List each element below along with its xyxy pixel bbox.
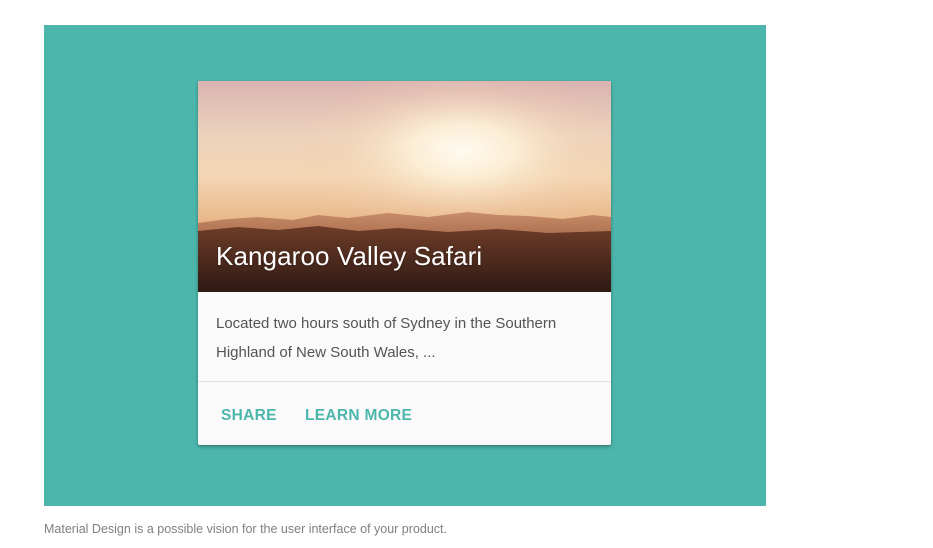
demo-stage: Kangaroo Valley Safari Located two hours… [44, 25, 766, 506]
card-media-image: Kangaroo Valley Safari [198, 81, 611, 292]
safari-card: Kangaroo Valley Safari Located two hours… [198, 81, 611, 445]
learn-more-button[interactable]: LEARN MORE [305, 407, 412, 425]
share-button[interactable]: SHARE [221, 407, 277, 425]
card-actions: SHARE LEARN MORE [198, 382, 611, 445]
card-supporting-text: Located two hours south of Sydney in the… [216, 315, 557, 361]
card-title: Kangaroo Valley Safari [216, 241, 483, 271]
figure-caption: Material Design is a possible vision for… [44, 522, 447, 536]
